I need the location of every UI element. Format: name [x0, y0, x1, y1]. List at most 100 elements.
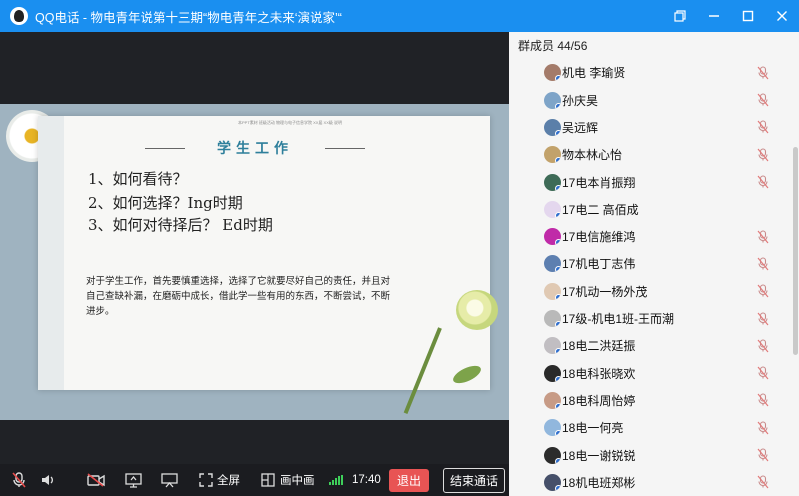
- member-name: 物本林心怡: [562, 148, 623, 163]
- speaker-button[interactable]: [41, 473, 56, 487]
- mic-muted-icon: [757, 475, 769, 489]
- member-avatar: [544, 419, 561, 437]
- mic-muted-icon: [757, 66, 769, 80]
- member-badge-icon: [555, 75, 561, 82]
- mute-mic-button[interactable]: [12, 472, 26, 488]
- minimize-button[interactable]: [697, 0, 731, 32]
- member-name: 18电科张晓欢: [562, 366, 636, 381]
- mic-muted-icon: [757, 339, 769, 353]
- speaker-icon: [42, 475, 53, 485]
- member-avatar: [544, 200, 561, 218]
- member-name: 17电信施维鸿: [562, 230, 636, 245]
- member-avatar: [544, 364, 561, 382]
- member-name: 18电科周怡婷: [562, 393, 636, 408]
- mic-muted-icon: [757, 311, 769, 325]
- call-toolbar: 全屏 画中画 17:40 退出 结束通话: [0, 464, 509, 496]
- member-avatar: [544, 282, 561, 300]
- presentation-icon: [161, 472, 178, 487]
- member-row[interactable]: 17机动一杨外茂: [509, 278, 789, 305]
- member-badge-icon: [555, 239, 561, 246]
- exit-button[interactable]: 退出: [389, 468, 430, 492]
- title-bar: QQ电话 - 物电青年说第十三期“物电青年之未来‘演说家’“: [0, 0, 799, 32]
- member-badge-icon: [555, 102, 561, 109]
- member-badge-icon: [555, 402, 561, 409]
- member-avatar: [544, 173, 561, 191]
- mic-muted-icon: [12, 472, 26, 488]
- fullscreen-label: 全屏: [217, 475, 240, 487]
- restore-button[interactable]: [663, 0, 697, 32]
- presentation-slide: 本PPT素材 班级活动 物理与电子信息学院 XX届 XX级 说明 学生工作 1、…: [0, 104, 509, 420]
- member-badge-icon: [555, 321, 561, 327]
- member-avatar: [544, 337, 561, 355]
- member-avatar: [544, 446, 561, 464]
- presentation-button[interactable]: [161, 472, 178, 488]
- signal-icon: [329, 475, 343, 485]
- member-badge-icon: [555, 484, 561, 491]
- lisianthus-flower-image: [456, 290, 498, 330]
- member-badge-icon: [555, 348, 561, 355]
- slide-question-3: 3、如何对待择后？ Ed时期: [88, 216, 273, 234]
- member-badge-icon: [555, 129, 561, 136]
- mic-muted-icon: [757, 230, 769, 243]
- fullscreen-button[interactable]: 全屏: [199, 472, 240, 488]
- member-name: 17机动一杨外茂: [562, 284, 648, 299]
- member-row[interactable]: 17级-机电1班-王而潮: [509, 305, 789, 332]
- member-avatar: [544, 255, 561, 273]
- member-row[interactable]: 17电二 高佰成: [509, 196, 789, 223]
- member-row[interactable]: 17电信施维鸿: [509, 223, 789, 250]
- member-row[interactable]: 17机电丁志伟: [509, 250, 789, 277]
- member-row[interactable]: 吴远辉: [509, 114, 789, 141]
- slide-question-2: 2、如何选择？Ing时期: [88, 194, 243, 212]
- mic-muted-icon: [757, 93, 769, 107]
- slide-title: 学生工作: [145, 138, 365, 158]
- member-row[interactable]: 18电科张晓欢: [509, 360, 789, 387]
- minimize-icon: [709, 15, 719, 17]
- pip-icon: [261, 473, 275, 487]
- member-row[interactable]: 物本林心怡: [509, 141, 789, 168]
- share-screen-icon: [125, 472, 142, 488]
- close-button[interactable]: [765, 0, 799, 32]
- paper-torn-edge: [38, 116, 64, 390]
- member-avatar: [544, 310, 561, 327]
- member-name: 18电一谢锐锐: [562, 448, 636, 463]
- member-name: 18电二洪廷振: [562, 339, 636, 354]
- member-avatar: [544, 118, 561, 136]
- pip-button[interactable]: 画中画: [261, 472, 315, 488]
- qq-logo-icon: [10, 7, 28, 25]
- member-avatar: [544, 228, 561, 246]
- title-line-right: [325, 147, 365, 149]
- member-row[interactable]: 18电一谢锐锐: [509, 442, 789, 469]
- member-count-label: 群成员 44/56: [518, 39, 588, 53]
- member-avatar: [544, 91, 561, 109]
- window-controls: [663, 0, 799, 32]
- member-name: 吴远辉: [562, 120, 599, 135]
- member-name: 18电一何亮: [562, 421, 624, 436]
- member-name: 17级-机电1班-王而潮: [562, 312, 675, 326]
- member-row[interactable]: 18机电班郑彬: [509, 469, 789, 496]
- camera-button[interactable]: [87, 473, 105, 487]
- member-badge-icon: [555, 375, 561, 382]
- mic-muted-icon: [757, 284, 769, 298]
- maximize-button[interactable]: [731, 0, 765, 32]
- call-timer: 17:40: [352, 474, 381, 486]
- member-row[interactable]: 18电二洪廷振: [509, 332, 789, 359]
- member-name: 18机电班郑彬: [562, 475, 636, 490]
- end-call-button[interactable]: 结束通话: [443, 467, 506, 493]
- share-screen-button[interactable]: [125, 472, 142, 488]
- member-name: 17电二 高佰成: [562, 202, 639, 217]
- member-row[interactable]: 孙庆昊: [509, 87, 789, 114]
- pip-label: 画中画: [280, 475, 315, 487]
- member-badge-icon: [555, 157, 561, 164]
- member-name: 机电 李瑜贤: [562, 66, 626, 81]
- camera-off-icon: [87, 473, 105, 487]
- member-row[interactable]: 17电本肖振翔: [509, 169, 789, 196]
- member-scroll-thumb[interactable]: [793, 147, 798, 355]
- mic-muted-icon: [757, 120, 769, 134]
- member-row[interactable]: 机电 李瑜贤: [509, 59, 789, 86]
- member-name: 17机电丁志伟: [562, 257, 636, 272]
- shared-screen-area[interactable]: 本PPT素材 班级活动 物理与电子信息学院 XX届 XX级 说明 学生工作 1、…: [0, 32, 509, 464]
- member-row[interactable]: 18电一何亮: [509, 414, 789, 441]
- member-row[interactable]: 18电科周怡婷: [509, 387, 789, 414]
- member-list-header: 群成员 44/56: [509, 32, 799, 56]
- mic-muted-icon: [757, 175, 769, 189]
